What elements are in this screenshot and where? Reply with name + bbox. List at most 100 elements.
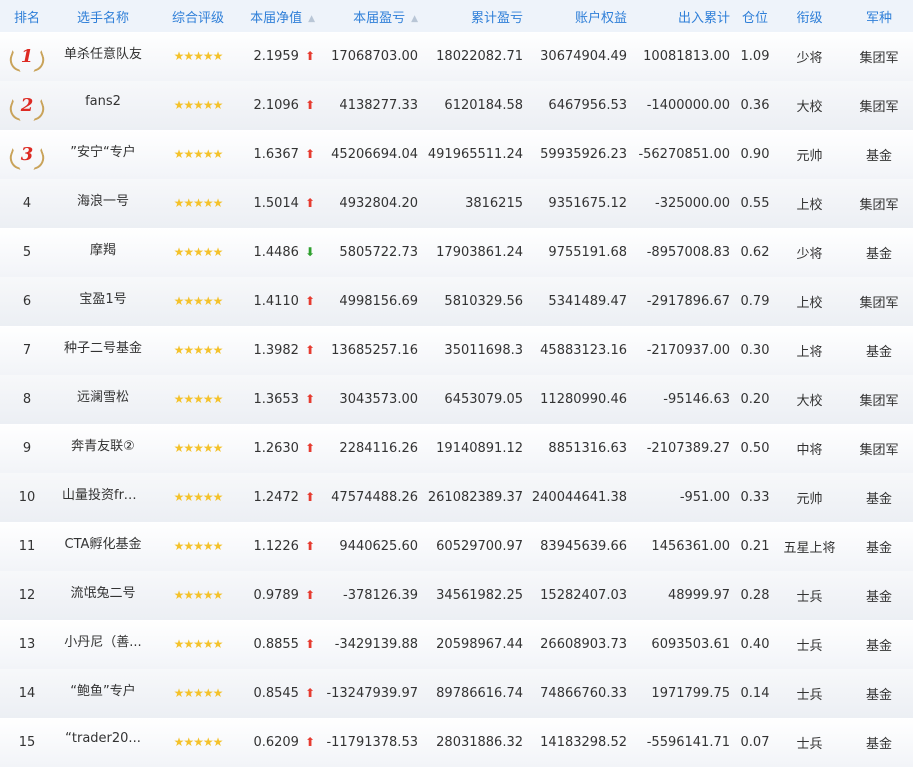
table-row[interactable]: 8 远澜雪松 ★★★★★ 1.3653 ⬆ 3043573.00 6453079.05 112… [0,375,913,424]
star-icon: ★ [193,686,204,700]
star-icon: ★ [173,490,185,504]
cell-pnl: 4998156.69 [339,294,418,309]
cell-nav: 1.2630 ⬆ [244,424,321,473]
star-icon: ★ [212,49,224,63]
table-row[interactable]: 15 “trader20... ★★★★★ 0.6209 ⬆ -11791378.53 28… [0,718,913,767]
table-row[interactable]: 7 种子二号基金 ★★★★★ 1.3982 ⬆ 13685257.16 35011698.3… [0,326,913,375]
table-body: 1 单杀任意队友 ★★★★★ 2.1959 ⬆ 17068703.00 18022082.7… [0,32,913,767]
cell-type: 基金 [865,688,892,703]
nav-value: 1.3653 [253,392,299,407]
cell-name[interactable]: 山量投资fre... [54,473,152,522]
player-name-link[interactable]: 种子二号基金 [64,337,142,356]
header-nav[interactable]: 本届净值 ▲ [244,0,321,32]
cell-type: 基金 [865,541,892,556]
player-name-link[interactable]: 远澜雪松 [77,386,129,405]
cell-nav: 1.6367 ⬆ [244,130,321,179]
header-level[interactable]: 衔级 [774,0,845,32]
header-type[interactable]: 军种 [845,0,913,32]
header-equity[interactable]: 账户权益 [529,0,633,32]
cell-name[interactable]: “鲍鱼”专户 [54,669,152,718]
player-name-link[interactable]: CTA孵化基金 [65,533,142,552]
table-row[interactable]: 2 fans2 ★★★★★ 2.1096 ⬆ 4138277.33 6120184.58 64… [0,81,913,130]
cell-name[interactable]: 单杀任意队友 [54,32,152,81]
arrow-up-icon: ⬆ [304,637,315,651]
header-pnl[interactable]: 本届盈亏 ▲ [321,0,424,32]
table-row[interactable]: 3 ”安宁“专户 ★★★★★ 1.6367 ⬆ 45206694.04 491965511.… [0,130,913,179]
table-row[interactable]: 5 摩羯 ★★★★★ 1.4486 ⬇ 5805722.73 17903861.24 9755… [0,228,913,277]
cell-rank: 12 [0,571,54,620]
header-rank[interactable]: 排名 [0,0,54,32]
cell-position: 0.21 [740,539,770,554]
star-icon: ★ [173,245,185,259]
cell-name[interactable]: 小丹尼（善... [54,620,152,669]
rank-number: 14 [18,686,36,701]
player-name-link[interactable]: 宝盈1号 [79,288,126,307]
player-name-link[interactable]: 海浪一号 [77,190,129,209]
cell-name[interactable]: ”安宁“专户 [54,130,152,179]
table-row[interactable]: 1 单杀任意队友 ★★★★★ 2.1959 ⬆ 17068703.00 18022082.7… [0,32,913,81]
cell-name[interactable]: 奔青友联② [54,424,152,473]
header-position[interactable]: 仓位 [736,0,774,32]
cell-level: 大校 [796,394,823,409]
star-icon: ★ [212,147,224,161]
table-row[interactable]: 11 CTA孵化基金 ★★★★★ 1.1226 ⬆ 9440625.60 60529700.… [0,522,913,571]
table-row[interactable]: 12 流氓兔二号 ★★★★★ 0.9789 ⬆ -378126.39 34561982.25… [0,571,913,620]
cell-name[interactable]: “trader20... [54,718,152,767]
table-row[interactable]: 14 “鲍鱼”专户 ★★★★★ 0.8545 ⬆ -13247939.97 89786616… [0,669,913,718]
nav-value: 1.2472 [253,490,299,505]
cell-name[interactable]: 宝盈1号 [54,277,152,326]
cell-rating: ★★★★★ [152,130,244,179]
star-icon: ★ [183,490,194,504]
cell-type: 集团军 [859,51,899,66]
header-cum[interactable]: 累计盈亏 [424,0,529,32]
star-icon: ★ [193,490,204,504]
cell-name[interactable]: fans2 [54,81,152,130]
table-row[interactable]: 10 山量投资fre... ★★★★★ 1.2472 ⬆ 47574488.26 26108… [0,473,913,522]
player-name-link[interactable]: “trader20... [65,731,141,746]
sort-icon[interactable]: ▲ [308,14,315,24]
star-icon: ★ [193,343,204,357]
star-icon: ★ [193,735,204,749]
player-name-link[interactable]: fans2 [85,94,121,109]
table-row[interactable]: 13 小丹尼（善... ★★★★★ 0.8855 ⬆ -3429139.88 2059896… [0,620,913,669]
player-name-link[interactable]: 摩羯 [90,239,116,258]
cell-equity: 5341489.47 [548,294,627,309]
arrow-down-icon: ⬇ [304,245,315,259]
star-icon: ★ [193,441,204,455]
cell-name[interactable]: 摩羯 [54,228,152,277]
cell-name[interactable]: 远澜雪松 [54,375,152,424]
star-icon: ★ [173,686,185,700]
player-name-link[interactable]: 奔青友联② [71,435,135,454]
player-name-link[interactable]: 单杀任意队友 [64,43,142,62]
player-name-link[interactable]: ”安宁“专户 [70,141,135,160]
star-icon: ★ [173,588,185,602]
table-row[interactable]: 6 宝盈1号 ★★★★★ 1.4110 ⬆ 4998156.69 5810329.56 534… [0,277,913,326]
header-rating[interactable]: 综合评级 [152,0,244,32]
star-icon: ★ [212,490,224,504]
cell-name[interactable]: 种子二号基金 [54,326,152,375]
player-name-link[interactable]: 小丹尼（善... [64,631,141,650]
cell-cum: 3816215 [465,196,523,211]
cell-name[interactable]: 流氓兔二号 [54,571,152,620]
star-icon: ★ [202,98,214,112]
player-name-link[interactable]: “鲍鱼”专户 [70,680,135,699]
cell-name[interactable]: 海浪一号 [54,179,152,228]
player-name-link[interactable]: 山量投资fre... [62,484,144,503]
table-row[interactable]: 4 海浪一号 ★★★★★ 1.5014 ⬆ 4932804.20 3816215 935167… [0,179,913,228]
sort-icon[interactable]: ▲ [411,14,418,24]
star-icon: ★ [173,98,185,112]
cell-equity: 59935926.23 [540,147,627,162]
cell-position: 0.33 [740,490,770,505]
cell-position: 0.79 [740,294,770,309]
header-io[interactable]: 出入累计 [633,0,736,32]
arrow-up-icon: ⬆ [304,196,315,210]
nav-value: 2.1959 [253,49,299,64]
header-name[interactable]: 选手名称 [54,0,152,32]
cell-name[interactable]: CTA孵化基金 [54,522,152,571]
cell-pnl: 13685257.16 [331,343,418,358]
rank-number: 5 [22,245,32,260]
star-icon: ★ [183,686,194,700]
cell-nav: 1.3982 ⬆ [244,326,321,375]
table-row[interactable]: 9 奔青友联② ★★★★★ 1.2630 ⬆ 2284116.26 19140891.12 8… [0,424,913,473]
player-name-link[interactable]: 流氓兔二号 [70,582,135,601]
